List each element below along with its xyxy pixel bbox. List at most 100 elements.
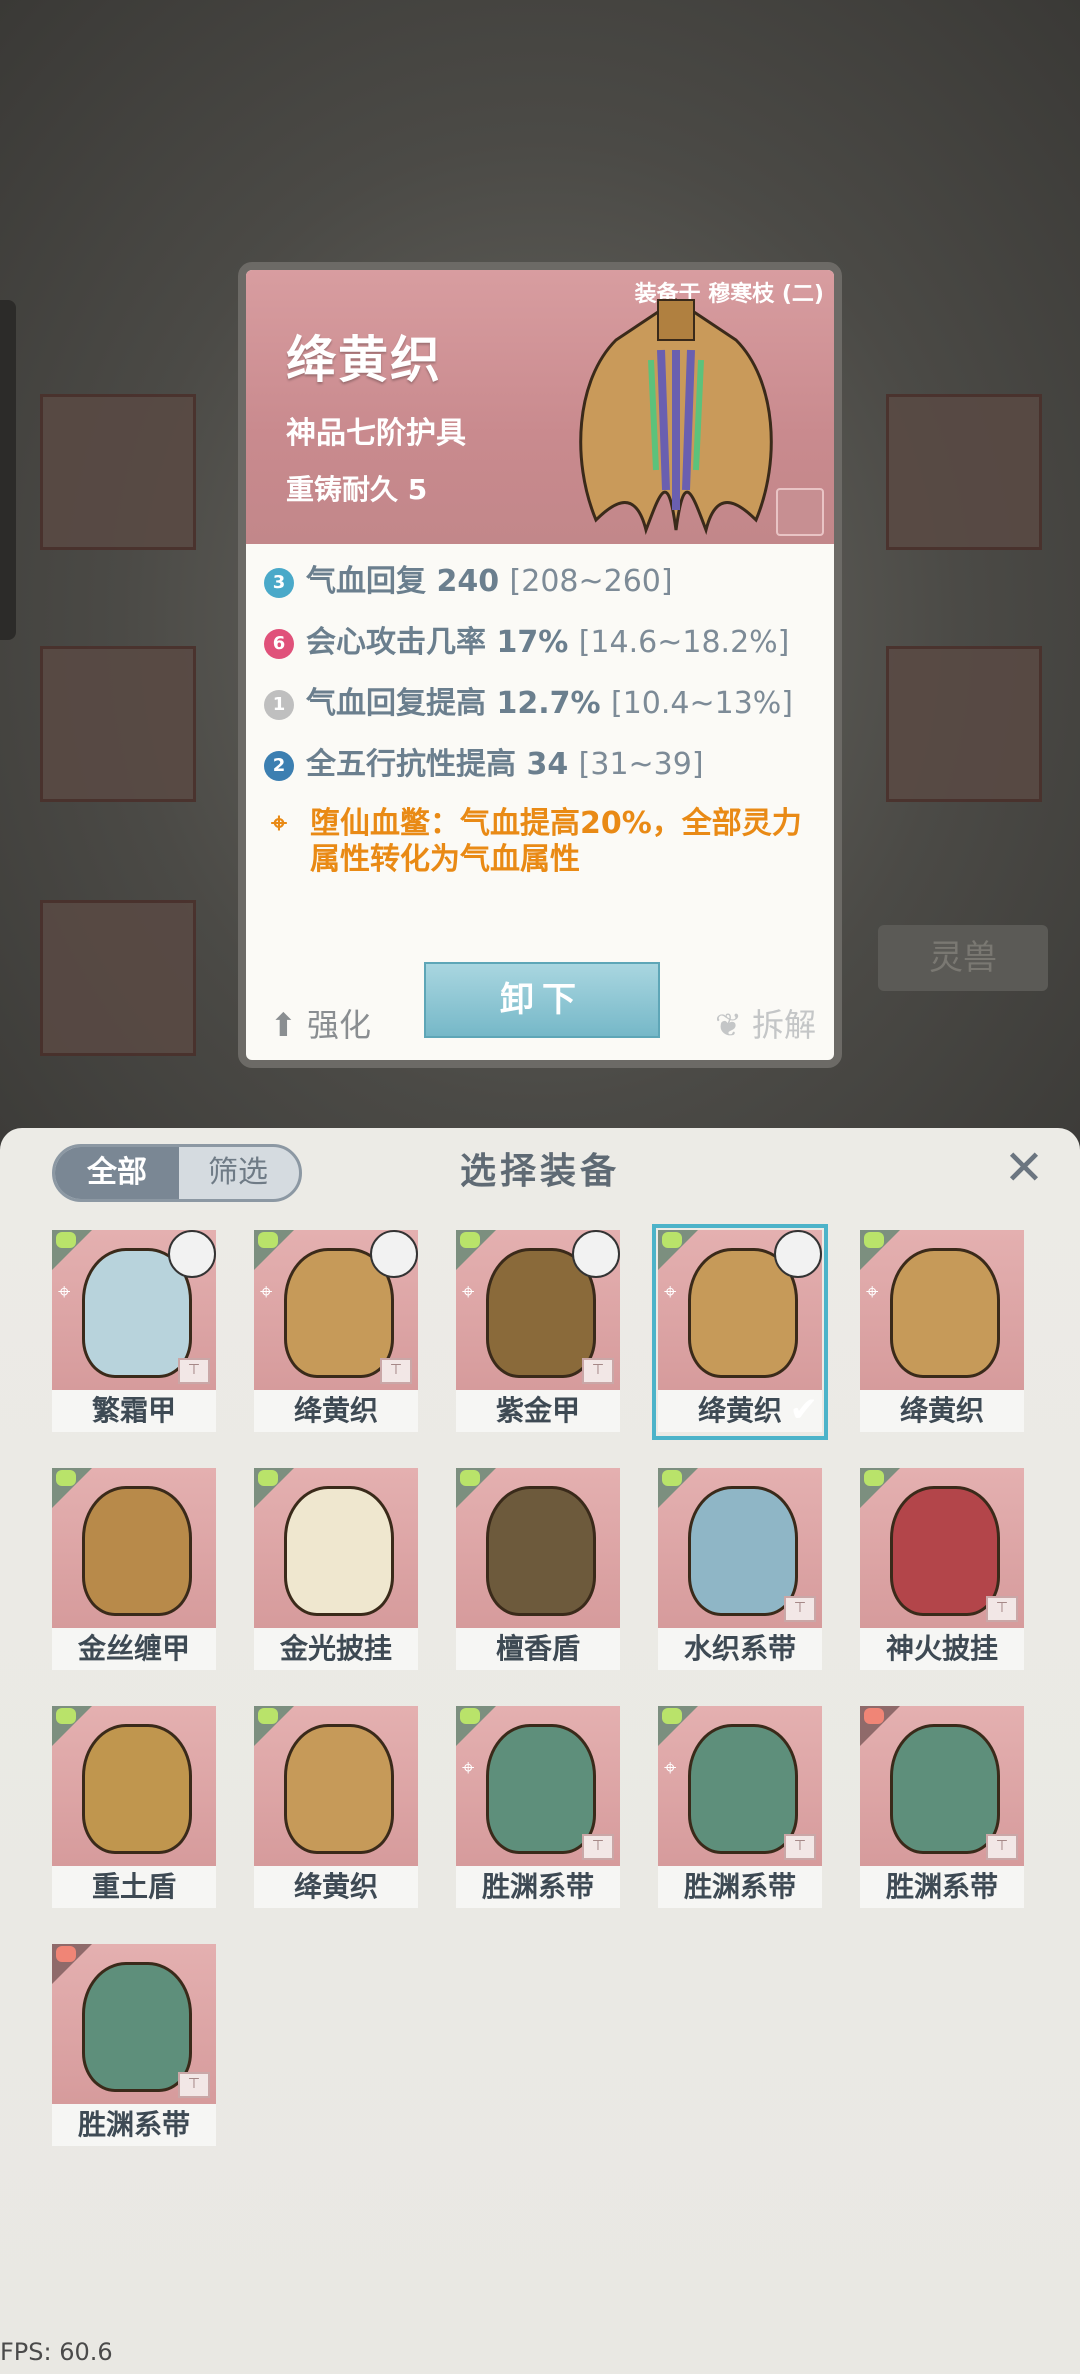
stat-text: 全五行抗性提高 34 (306, 747, 569, 782)
lock-icon: ⌖ (664, 1280, 677, 1305)
dismantle-label: 拆解 (751, 1006, 816, 1044)
equipment-tile[interactable]: 檀香盾 (454, 1466, 622, 1674)
equipment-icon (82, 1724, 192, 1854)
item-header: 装备于 穆寒枝 (二) 绛黄织 神品七阶护具 重铸耐久 5 (246, 270, 834, 544)
equipment-tile[interactable]: 金光披挂 (252, 1466, 420, 1674)
equipment-tile[interactable]: ⌖ ⊤ 胜渊系带 (454, 1704, 622, 1912)
stat-level-badge: 1 (264, 689, 294, 720)
stat-text: 会心攻击几率 17% (306, 625, 569, 660)
stat-text: 气血回复提高 12.7% (306, 686, 601, 721)
equipment-tile[interactable]: ⌖ ⊤ 绛黄织 (252, 1228, 420, 1436)
bind-icon: ⊤ (582, 1834, 614, 1860)
stat-row: 2 全五行抗性提高 34 [31~39] (264, 745, 824, 806)
equipment-tile[interactable]: ⌖ ⊤ 紫金甲 (454, 1228, 622, 1436)
fps-counter: FPS: 60.6 (0, 2338, 113, 2366)
owner-avatar (168, 1230, 216, 1278)
lock-icon: ⌖ (664, 1756, 677, 1781)
lock-icon: ⌖ (866, 1280, 879, 1305)
tier-icon (56, 1232, 76, 1248)
robe-icon (579, 298, 773, 536)
equipment-icon (890, 1724, 1000, 1854)
special-effect-icon: ⌖ (271, 806, 287, 839)
equipment-name: 胜渊系带 (456, 1866, 620, 1908)
bind-icon: ⊤ (784, 1596, 816, 1622)
bind-icon[interactable] (776, 488, 824, 536)
equipment-tile[interactable]: ⊤ 水织系带 (656, 1466, 824, 1674)
equipment-name: 绛黄织 (860, 1390, 1024, 1432)
owner-avatar (370, 1230, 418, 1278)
equipment-name: 绛黄织 (254, 1866, 418, 1908)
tier-icon (460, 1708, 480, 1724)
sheet-title: 选择装备 (459, 1151, 620, 1192)
equipment-tile[interactable]: ⊤ 胜渊系带 (858, 1704, 1026, 1912)
stats-list: 3 气血回复 240 [208~260] 6 会心攻击几率 17% [14.6~18… (264, 562, 824, 878)
equipment-name: 神火披挂 (860, 1628, 1024, 1670)
equipment-tile[interactable]: 重土盾 (50, 1704, 218, 1912)
bind-icon: ⊤ (784, 1834, 816, 1860)
bg-equip-slot (40, 900, 196, 1056)
unequip-button[interactable]: 卸下 (424, 962, 660, 1038)
equipment-image: ⌖ ⊤ (52, 1230, 216, 1390)
item-durability: 重铸耐久 5 (286, 473, 428, 506)
equipment-icon (284, 1486, 394, 1616)
tier-icon (864, 1470, 884, 1486)
equipment-tile[interactable]: ⌖ ⊤ 胜渊系带 (656, 1704, 824, 1912)
equipment-image (52, 1468, 216, 1628)
equipment-tile[interactable]: ⊤ 神火披挂 (858, 1466, 1026, 1674)
tier-icon (56, 1470, 76, 1486)
tier-icon (460, 1232, 480, 1248)
equipment-tile[interactable]: ⌖ 绛黄织 (858, 1228, 1026, 1436)
equipment-tile[interactable]: ⌖ ⊤ 繁霜甲 (50, 1228, 218, 1436)
spirit-beast-tab[interactable]: 灵兽 (878, 925, 1048, 991)
side-handle[interactable] (0, 300, 16, 640)
tier-icon (56, 1946, 76, 1962)
bind-icon: ⊤ (380, 1358, 412, 1384)
equipment-icon (82, 1962, 192, 2092)
equipment-tile[interactable]: 绛黄织 (252, 1704, 420, 1912)
equipment-icon (688, 1486, 798, 1616)
lock-icon: ⌖ (260, 1280, 273, 1305)
equipment-name: 胜渊系带 (658, 1866, 822, 1908)
owner-avatar (774, 1230, 822, 1278)
stat-range: [10.4~13%] (610, 686, 794, 721)
stat-range: [31~39] (578, 747, 704, 782)
equipment-icon (688, 1724, 798, 1854)
equipment-icon (486, 1486, 596, 1616)
tier-icon (460, 1470, 480, 1486)
dismantle-icon: ❦ (715, 1006, 742, 1044)
item-detail-card: 装备于 穆寒枝 (二) 绛黄织 神品七阶护具 重铸耐久 5 3 气血回复 240 … (238, 262, 842, 1068)
equipment-icon (82, 1486, 192, 1616)
equipment-image: ⊤ (658, 1468, 822, 1628)
equipment-name: 水织系带 (658, 1628, 822, 1670)
lock-icon: ⌖ (462, 1280, 475, 1305)
equipment-tile[interactable]: ⊤ 胜渊系带 (50, 1942, 218, 2150)
equipment-name: 重土盾 (52, 1866, 216, 1908)
item-grade: 神品七阶护具 (286, 416, 466, 451)
equipment-image: ⌖ ⊤ (658, 1706, 822, 1866)
equipment-icon (284, 1724, 394, 1854)
strengthen-label: 强化 (306, 1006, 371, 1044)
bind-icon: ⊤ (178, 1358, 210, 1384)
stat-row: 3 气血回复 240 [208~260] (264, 562, 824, 623)
tier-icon (864, 1708, 884, 1724)
stat-range: [208~260] (509, 564, 673, 599)
equipment-icon (486, 1724, 596, 1854)
equipment-image (254, 1706, 418, 1866)
bg-equip-slot (40, 646, 196, 802)
equipment-tile[interactable]: ⌖ 绛黄织 ✔ (652, 1224, 828, 1440)
equipment-name: 绛黄织 (254, 1390, 418, 1432)
bind-icon: ⊤ (582, 1358, 614, 1384)
tier-icon (864, 1232, 884, 1248)
stat-range: [14.6~18.2%] (578, 625, 790, 660)
equipment-name: 繁霜甲 (52, 1390, 216, 1432)
item-name: 绛黄织 (286, 331, 442, 389)
strengthen-button[interactable]: ⬆ 强化 (270, 1000, 371, 1046)
equipment-tile[interactable]: 金丝缠甲 (50, 1466, 218, 1674)
close-icon[interactable]: ✕ (998, 1142, 1050, 1194)
dismantle-button[interactable]: ❦ 拆解 (715, 1000, 816, 1046)
equipment-name: 檀香盾 (456, 1628, 620, 1670)
equipment-name: 金光披挂 (254, 1628, 418, 1670)
tier-icon (662, 1470, 682, 1486)
stat-level-badge: 2 (264, 750, 294, 781)
lock-icon: ⌖ (462, 1756, 475, 1781)
